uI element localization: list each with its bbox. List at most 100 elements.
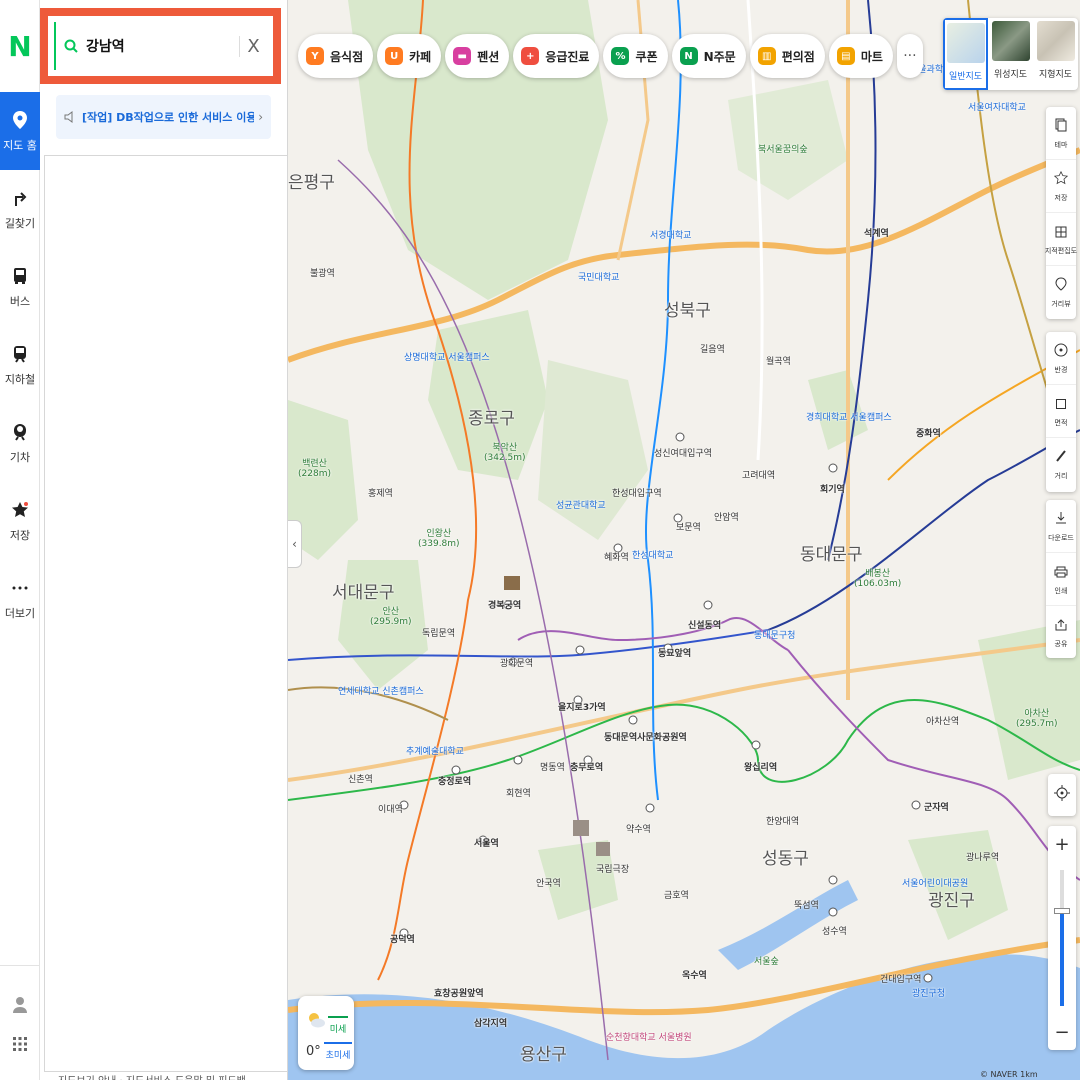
station-label: 서울역	[474, 839, 499, 849]
zoom-out-button[interactable]: −	[1048, 1014, 1076, 1050]
tool-area[interactable]: 면적	[1046, 385, 1076, 438]
station-label: 길음역	[700, 345, 725, 355]
poi-label: 한성대학교	[632, 551, 674, 561]
grid-icon	[1055, 223, 1067, 242]
zoom-level-fill	[1060, 910, 1064, 1006]
print-icon	[1054, 563, 1068, 582]
maptype-satellite[interactable]: 위성지도	[988, 18, 1033, 90]
station-label: 중화역	[916, 429, 941, 439]
tool-street-view[interactable]: 거리뷰	[1046, 266, 1076, 319]
tool-share[interactable]: 공유	[1046, 606, 1076, 659]
rail-label: 지도 홈	[3, 138, 37, 152]
my-location-button[interactable]	[1048, 774, 1076, 816]
tool-cadastral[interactable]: 지적편집도	[1045, 213, 1077, 266]
station-label: 금호역	[664, 891, 689, 901]
rail-label: 저장	[9, 528, 31, 542]
chips-more-button[interactable]: ···	[896, 34, 923, 78]
mountain-label: 인왕산 (339.8m)	[418, 529, 460, 549]
chip-label: 카페	[409, 49, 432, 64]
maptype-normal[interactable]: 일반지도	[943, 18, 988, 90]
zoom-slider[interactable]	[1054, 870, 1070, 1006]
tool-theme[interactable]: 테마	[1046, 107, 1076, 160]
clear-search-button[interactable]: X	[239, 35, 267, 57]
map-scale: © NAVER 1km	[980, 1070, 1038, 1079]
zoom-in-button[interactable]: +	[1048, 826, 1076, 862]
chip-label: 쿠폰	[635, 49, 658, 64]
service-notice-banner[interactable]: [작업] DB작업으로 인한 서비스 이용 제한 안내... ›	[56, 95, 271, 139]
rail-item-saved[interactable]: 저장	[0, 482, 40, 560]
district-label: 용산구	[520, 1045, 567, 1065]
tool-radius[interactable]: 반경	[1046, 332, 1076, 385]
map-app: N 지도 홈 길찾기 버스 지하철 기차 저장 더보기 강남역 X [작업] D…	[0, 0, 1080, 1080]
user-avatar-icon[interactable]	[12, 996, 28, 1018]
chip-mart[interactable]: ▤ 마트	[828, 34, 893, 78]
chevron-left-icon: ‹	[292, 537, 297, 551]
chip-restaurant[interactable]: Y 음식점	[298, 34, 374, 78]
rail-item-bus[interactable]: 버스	[0, 248, 40, 326]
poi-label: 추계예술대학교	[406, 747, 464, 757]
station-label: 군자역	[924, 803, 949, 813]
poi-label: 서울어린이대공원	[902, 879, 969, 889]
poi-label: 국민대학교	[578, 273, 620, 283]
tool-label: 공유	[1054, 640, 1068, 648]
map-tools-group-1: 테마 저장 지적편집도 거리뷰	[1045, 107, 1077, 319]
maptype-label: 지형지도	[1038, 70, 1073, 80]
chip-n-order[interactable]: N N주문	[671, 34, 746, 78]
chevron-right-icon: ›	[258, 110, 263, 124]
chip-coupon[interactable]: % 쿠폰	[603, 34, 668, 78]
district-label: 동대문구	[800, 545, 863, 565]
rail-item-map-home[interactable]: 지도 홈	[0, 92, 40, 170]
naver-logo[interactable]: N	[0, 0, 40, 92]
rail-item-directions[interactable]: 길찾기	[0, 170, 40, 248]
weather-widget[interactable]: 0° 미세 초미세	[298, 996, 354, 1070]
station-label: 석계역	[864, 229, 889, 239]
station-label: 삼각지역	[474, 1019, 508, 1029]
logo-text: N	[8, 29, 32, 63]
district-label: 종로구	[468, 409, 515, 429]
chip-convenience[interactable]: ▥ 편의점	[749, 34, 825, 78]
chip-cafe[interactable]: U 카페	[377, 34, 442, 78]
station-label: 이대역	[378, 805, 403, 815]
poi-label: 상명대학교 서울캠퍼스	[404, 353, 490, 363]
collapse-panel-button[interactable]: ‹	[288, 520, 302, 568]
chip-emergency[interactable]: + 응급진료	[513, 34, 600, 78]
search-input[interactable]: 강남역	[86, 36, 239, 56]
station-label: 왕십리역	[744, 763, 778, 773]
zoom-slider-handle[interactable]	[1054, 907, 1070, 914]
app-grid-icon[interactable]	[13, 1036, 27, 1055]
map-type-selector: 일반지도 위성지도 지형지도	[943, 18, 1078, 90]
rail-item-train[interactable]: 기차	[0, 404, 40, 482]
station-label: 뚝섬역	[794, 901, 819, 911]
station-label: 독립문역	[422, 629, 456, 639]
chip-label: 마트	[860, 49, 883, 64]
poi-label: 국립극장	[596, 865, 630, 875]
station-label: 건대입구역	[880, 975, 922, 985]
maptype-terrain[interactable]: 지형지도	[1033, 18, 1078, 90]
fine-dust-status: 미세	[328, 1016, 348, 1035]
station-label: 홍제역	[368, 489, 393, 499]
search-box[interactable]: 강남역 X	[54, 22, 267, 70]
route-arrow-icon	[10, 188, 30, 208]
poi-label: 성균관대학교	[556, 501, 606, 511]
tool-distance[interactable]: 거리	[1046, 438, 1076, 491]
station-label: 경복궁역	[488, 601, 522, 611]
order-icon: N	[679, 47, 698, 65]
station-label: 효창공원앞역	[434, 989, 484, 999]
chip-pension[interactable]: ▬ 펜션	[445, 34, 510, 78]
rail-item-subway[interactable]: 지하철	[0, 326, 40, 404]
rail-item-more[interactable]: 더보기	[0, 560, 40, 638]
map-canvas[interactable]: 종로구 성북구 동대문구 용산구 성동구 광진구 은평구 서대문구 북악산 (34…	[288, 0, 1080, 1080]
poi-label: 동대문구청	[754, 631, 796, 641]
station-label: 충정로역	[438, 777, 472, 787]
station-label: 광나루역	[966, 853, 1000, 863]
station-label: 동묘앞역	[658, 649, 692, 659]
poi-label: 서울여자대학교	[968, 103, 1026, 113]
tool-save[interactable]: 저장	[1046, 160, 1076, 213]
rail-label: 길찾기	[4, 216, 36, 230]
more-dots-icon	[10, 578, 30, 598]
map-tools-group-3: 다운로드 인쇄 공유	[1046, 500, 1076, 658]
tool-download[interactable]: 다운로드	[1046, 500, 1076, 553]
station-label: 명동역	[540, 763, 565, 773]
maptype-label: 일반지도	[948, 72, 983, 82]
tool-print[interactable]: 인쇄	[1046, 553, 1076, 606]
